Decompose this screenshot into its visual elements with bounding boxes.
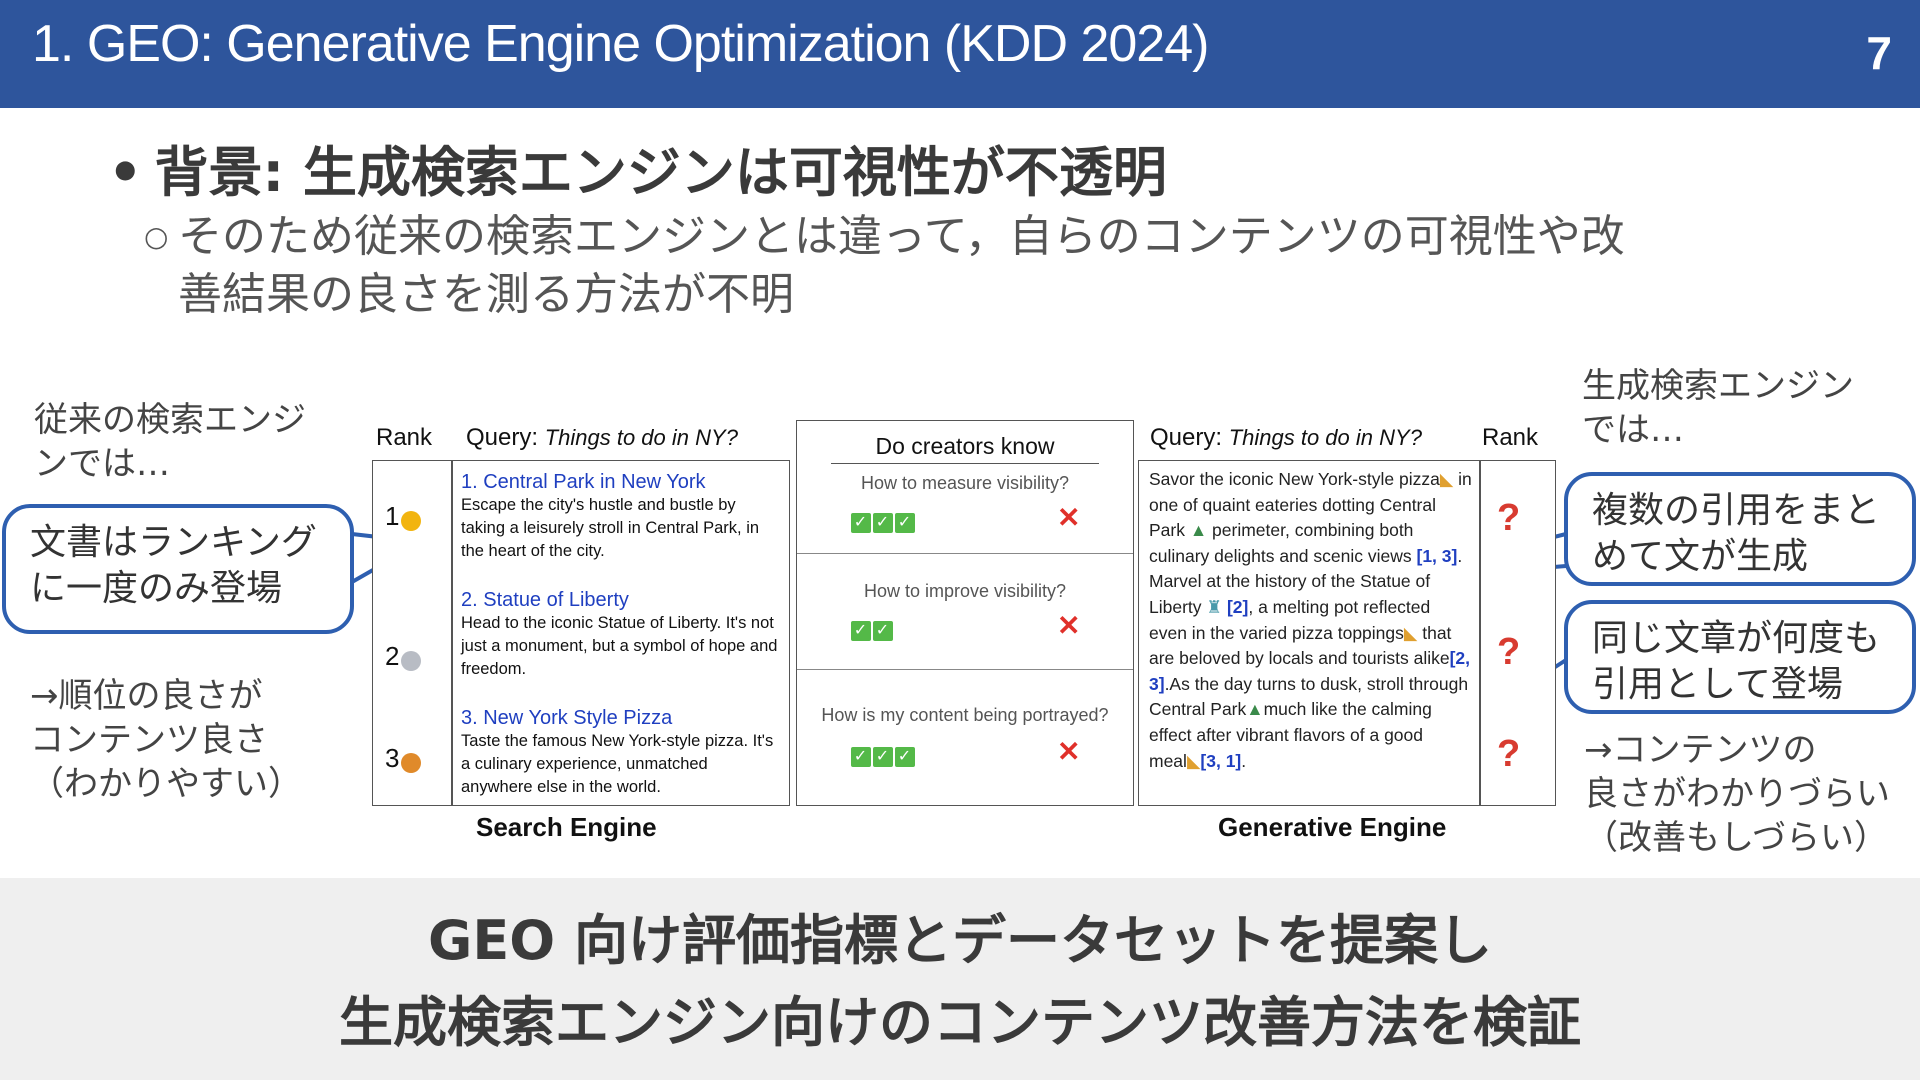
check-icon: ✓ bbox=[851, 747, 871, 767]
cross-icon: ✕ bbox=[1057, 736, 1081, 767]
citation[interactable]: [1, 3] bbox=[1417, 546, 1458, 566]
gen-rank-header: Rank bbox=[1482, 424, 1539, 451]
result-snippet: Head to the iconic Statue of Liberty. It… bbox=[461, 614, 778, 678]
generated-answer: Savor the iconic New York-style pizza◣ i… bbox=[1149, 469, 1472, 771]
question-3: How is my content being portrayed? bbox=[821, 705, 1109, 725]
search-query-header: Query: Things to do in NY? bbox=[466, 424, 738, 452]
pizza-icon: ◣ bbox=[1439, 469, 1454, 489]
check-icon: ✓ bbox=[895, 513, 915, 533]
generative-engine-panel: Savor the iconic New York-style pizza◣ i… bbox=[1138, 460, 1556, 806]
rank-column-divider bbox=[1479, 461, 1481, 805]
result-snippet: Taste the famous New York-style pizza. I… bbox=[461, 732, 774, 796]
gen-query-header: Query: Things to do in NY? bbox=[1150, 424, 1422, 452]
cross-icon: ✕ bbox=[1057, 502, 1081, 533]
question-1: How to measure visibility? bbox=[860, 473, 1070, 493]
result-snippet: Escape the city's hustle and bustle by t… bbox=[461, 496, 760, 560]
right-callout-1: 複数の引用をまと めて文が生成 bbox=[1564, 472, 1916, 586]
right-callout-2: 同じ文章が何度も 引用として登場 bbox=[1564, 600, 1916, 714]
check-icon: ✓ bbox=[873, 621, 893, 641]
creators-panel: Do creators know How to measure visibili… bbox=[796, 420, 1134, 806]
generative-engine-label: Generative Engine bbox=[1218, 812, 1447, 842]
result-title-link[interactable]: 3. New York Style Pizza bbox=[461, 707, 779, 730]
question-2: How to improve visibility? bbox=[863, 581, 1067, 601]
rank-3: 3 bbox=[385, 743, 422, 774]
result-title-link[interactable]: 1. Central Park in New York bbox=[461, 471, 779, 494]
query-label: Query: bbox=[466, 424, 539, 451]
check-marks-3: ✓ ✓ ✓ bbox=[851, 741, 917, 767]
divider bbox=[797, 669, 1133, 670]
check-marks-2: ✓ ✓ bbox=[851, 615, 895, 641]
bronze-medal-icon bbox=[401, 752, 422, 773]
question-mark-icon: ? bbox=[1497, 733, 1521, 775]
conclusion-line-1: GEO 向け評価指標とデータセットを提案し bbox=[428, 909, 1492, 972]
question-mark-icon: ? bbox=[1497, 631, 1521, 673]
citation[interactable]: [2] bbox=[1227, 597, 1248, 617]
callout-line: めて文が生成 bbox=[1592, 536, 1809, 577]
query-label: Query: bbox=[1150, 424, 1223, 451]
statue-icon: ♜ bbox=[1206, 596, 1223, 617]
check-icon: ✓ bbox=[851, 621, 871, 641]
check-icon: ✓ bbox=[873, 747, 893, 767]
callout-line: に一度のみ登場 bbox=[30, 568, 283, 609]
search-result-3: 3. New York Style Pizza Taste the famous… bbox=[461, 707, 779, 799]
check-icon: ✓ bbox=[895, 747, 915, 767]
cross-icon: ✕ bbox=[1057, 610, 1081, 641]
rank-2: 2 bbox=[385, 641, 422, 672]
rank-1: 1 bbox=[385, 501, 422, 532]
park-icon: ▲ bbox=[1246, 699, 1264, 720]
conclusion-line-2: 生成検索エンジン向けのコンテンツ改善方法を検証 bbox=[339, 991, 1581, 1054]
pizza-icon: ◣ bbox=[1186, 750, 1201, 771]
rank-column-divider bbox=[451, 461, 453, 805]
search-engine-panel: 1 2 3 1. Central Park in New York Escape… bbox=[372, 460, 790, 806]
callout-line: 複数の引用をまと bbox=[1592, 490, 1881, 531]
callout-line: 引用として登場 bbox=[1592, 664, 1843, 705]
check-icon: ✓ bbox=[873, 513, 893, 533]
park-icon: ▲ bbox=[1189, 520, 1208, 541]
gold-medal-icon bbox=[401, 510, 422, 531]
citation[interactable]: [3, 1] bbox=[1200, 751, 1241, 771]
callout-line: 同じ文章が何度も bbox=[1592, 618, 1881, 659]
divider bbox=[797, 553, 1133, 554]
search-rank-header: Rank bbox=[376, 424, 433, 451]
search-engine-label: Search Engine bbox=[476, 812, 657, 842]
check-icon: ✓ bbox=[851, 513, 871, 533]
result-title-link[interactable]: 2. Statue of Liberty bbox=[461, 589, 779, 612]
pizza-icon: ◣ bbox=[1403, 622, 1418, 643]
creators-title: Do creators know bbox=[875, 433, 1055, 459]
silver-medal-icon bbox=[401, 650, 422, 671]
query-text: Things to do in NY? bbox=[1228, 425, 1422, 450]
title-underline bbox=[831, 463, 1099, 464]
left-callout: 文書はランキング に一度のみ登場 bbox=[2, 504, 354, 634]
search-result-2: 2. Statue of Liberty Head to the iconic … bbox=[461, 589, 779, 681]
search-result-1: 1. Central Park in New York Escape the c… bbox=[461, 471, 779, 563]
check-marks-1: ✓ ✓ ✓ bbox=[851, 507, 917, 533]
question-mark-icon: ? bbox=[1497, 497, 1521, 539]
query-text: Things to do in NY? bbox=[544, 425, 738, 450]
callout-line: 文書はランキング bbox=[30, 522, 317, 563]
